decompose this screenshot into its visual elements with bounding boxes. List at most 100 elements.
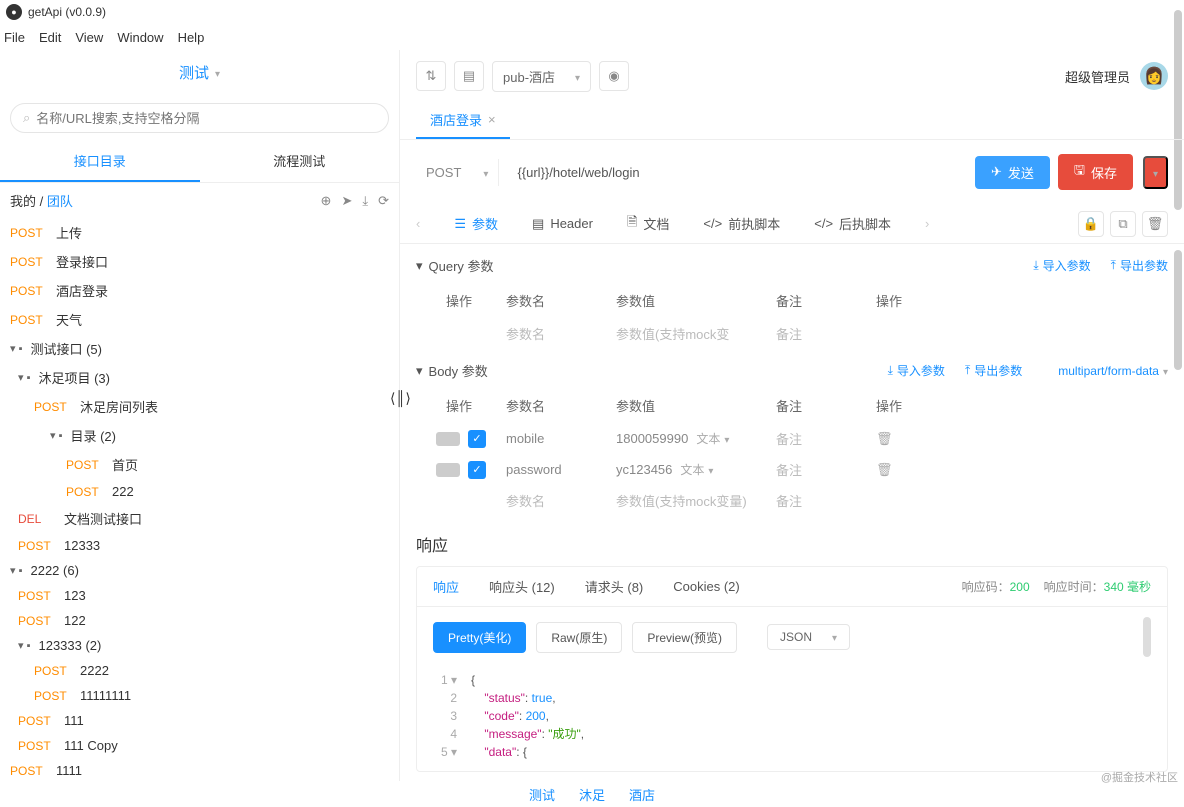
tabs-next-icon[interactable]: › — [925, 216, 929, 231]
tree-api-item[interactable]: POST222 — [0, 479, 399, 504]
copy-icon[interactable]: ⧉ — [1110, 211, 1136, 237]
param-note[interactable]: 备注 — [776, 460, 876, 479]
avatar[interactable]: 👩 — [1140, 62, 1168, 90]
scrollbar-thumb[interactable] — [1143, 617, 1151, 657]
method-selector[interactable]: POST — [416, 159, 499, 186]
settings-icon[interactable]: ⇅ — [416, 61, 446, 91]
tree-api-item[interactable]: POST111 — [0, 708, 399, 733]
tree-api-item[interactable]: POST天气 — [0, 305, 399, 334]
type-selector[interactable]: 文本 — [696, 430, 729, 447]
param-value-input[interactable]: 参数值(支持mock变量) — [616, 491, 776, 510]
param-name[interactable]: password — [506, 462, 616, 477]
resp-tab-headers[interactable]: 响应头 (12) — [489, 577, 555, 596]
tab-flow-test[interactable]: 流程测试 — [200, 141, 400, 182]
type-selector[interactable]: 文本 — [680, 461, 713, 478]
bottom-nav-item[interactable]: 沐足 — [579, 785, 605, 804]
tree-folder[interactable]: ▾ ▪目录 (2) — [0, 421, 399, 450]
bottom-nav-item[interactable]: 测试 — [529, 785, 555, 804]
tab-params[interactable]: ☰ 参数 — [454, 214, 498, 233]
team-link[interactable]: 团队 — [47, 194, 73, 209]
menu-help[interactable]: Help — [178, 30, 205, 45]
tree-api-item[interactable]: POST登录接口 — [0, 247, 399, 276]
param-value[interactable]: 1800059990 — [616, 431, 688, 446]
tab-api-catalog[interactable]: 接口目录 — [0, 141, 200, 182]
content-type-selector[interactable]: multipart/form-data — [1042, 362, 1168, 379]
query-section-title[interactable]: ▾ Query 参数 — [416, 256, 494, 275]
search-input[interactable] — [36, 111, 376, 126]
workspace-selector[interactable]: 测试 — [179, 56, 220, 89]
tree-api-item[interactable]: POST123 — [0, 583, 399, 608]
delete-icon[interactable]: 🗑 — [1142, 211, 1168, 237]
checkbox[interactable]: ✓ — [468, 430, 486, 448]
send-icon[interactable]: ➤ — [341, 193, 352, 209]
param-note-input[interactable]: 备注 — [776, 491, 876, 510]
tree-folder[interactable]: ▾ ▪123333 (2) — [0, 633, 399, 658]
tabs-prev-icon[interactable]: ‹ — [416, 216, 420, 231]
layout-icon[interactable]: ▤ — [454, 61, 484, 91]
add-icon[interactable]: ⊕ — [321, 193, 332, 209]
view-pretty[interactable]: Pretty(美化) — [433, 622, 526, 653]
tree-api-item[interactable]: POST111 Copy — [0, 733, 399, 758]
search-box[interactable]: ⌕ — [10, 103, 389, 133]
tree-folder[interactable]: ▾ ▪2222 (6) — [0, 558, 399, 583]
tree-api-item[interactable]: POST上传 — [0, 218, 399, 247]
refresh-icon[interactable]: ⟳ — [378, 193, 389, 209]
lock-icon[interactable]: 🔒 — [1078, 211, 1104, 237]
close-icon[interactable]: × — [488, 112, 496, 127]
delete-row-icon[interactable]: 🗑 — [876, 462, 946, 478]
api-tree[interactable]: POST上传POST登录接口POST酒店登录POST天气▾ ▪测试接口 (5)▾… — [0, 218, 399, 807]
tree-api-item[interactable]: POST酒店登录 — [0, 276, 399, 305]
body-section-title[interactable]: ▾ Body 参数 — [416, 361, 488, 380]
resp-tab-body[interactable]: 响应 — [433, 577, 459, 596]
menu-edit[interactable]: Edit — [39, 30, 61, 45]
tree-api-item[interactable]: POST沐足房间列表 — [0, 392, 399, 421]
tab-post-script[interactable]: </> 后执脚本 — [814, 214, 891, 233]
menu-window[interactable]: Window — [117, 30, 163, 45]
bottom-nav-item[interactable]: 酒店 — [629, 785, 655, 804]
checkbox[interactable]: ✓ — [468, 461, 486, 479]
tab-pre-script[interactable]: </> 前执脚本 — [703, 214, 780, 233]
tab-doc[interactable]: 🗎 文档 — [627, 213, 669, 235]
env-selector[interactable]: pub-酒店 — [492, 61, 591, 92]
param-name-input[interactable]: 参数名 — [506, 491, 616, 510]
tree-api-item[interactable]: POST2222 — [0, 658, 399, 683]
drag-icon[interactable] — [436, 432, 460, 446]
tree-folder[interactable]: ▾ ▪测试接口 (5) — [0, 334, 399, 363]
param-name-input[interactable]: 参数名 — [506, 324, 616, 343]
param-name[interactable]: mobile — [506, 431, 616, 446]
param-note[interactable]: 备注 — [776, 429, 876, 448]
query-export-link[interactable]: ⤒ 导出参数 — [1111, 257, 1168, 274]
param-note-input[interactable]: 备注 — [776, 324, 876, 343]
send-button[interactable]: ✈ 发送 — [975, 156, 1050, 189]
tree-folder[interactable]: ▾ ▪沐足项目 (3) — [0, 363, 399, 392]
tree-api-item[interactable]: POST1111 — [0, 758, 399, 783]
resp-tab-req-headers[interactable]: 请求头 (8) — [585, 577, 644, 596]
response-code[interactable]: 1 ▾{ 2 "status": true, 3 "code": 200, 4 … — [417, 667, 1167, 771]
menu-file[interactable]: File — [4, 30, 25, 45]
param-value[interactable]: yc123456 — [616, 462, 672, 477]
scrollbar-thumb[interactable] — [1174, 250, 1182, 370]
menu-view[interactable]: View — [75, 30, 103, 45]
tree-api-item[interactable]: POST11111111 — [0, 683, 399, 708]
drag-icon[interactable] — [436, 463, 460, 477]
splitter-icon[interactable]: ⟨║⟩ — [390, 390, 411, 407]
save-dropdown[interactable] — [1143, 156, 1168, 189]
resp-tab-cookies[interactable]: Cookies (2) — [673, 579, 739, 594]
delete-row-icon[interactable]: 🗑 — [876, 431, 946, 447]
format-selector[interactable]: JSON — [767, 624, 850, 650]
param-value-input[interactable]: 参数值(支持mock变 — [616, 324, 776, 343]
tree-api-item[interactable]: POST122 — [0, 608, 399, 633]
download-icon[interactable]: ⤓ — [362, 193, 368, 209]
tree-api-item[interactable]: POST首页 — [0, 450, 399, 479]
request-tab[interactable]: 酒店登录 × — [416, 102, 510, 139]
body-import-link[interactable]: ⤓ 导入参数 — [888, 362, 945, 379]
query-import-link[interactable]: ⤓ 导入参数 — [1033, 257, 1090, 274]
tree-api-item[interactable]: DEL文档测试接口 — [0, 504, 399, 533]
body-export-link[interactable]: ⤒ 导出参数 — [965, 362, 1022, 379]
view-raw[interactable]: Raw(原生) — [536, 622, 622, 653]
save-button[interactable]: 🖫 保存 — [1058, 154, 1133, 190]
view-preview[interactable]: Preview(预览) — [632, 622, 737, 653]
url-input[interactable]: {{url}}/hotel/web/login — [507, 159, 967, 186]
tab-header[interactable]: ▤ Header — [532, 216, 593, 232]
tree-api-item[interactable]: POST12333 — [0, 533, 399, 558]
